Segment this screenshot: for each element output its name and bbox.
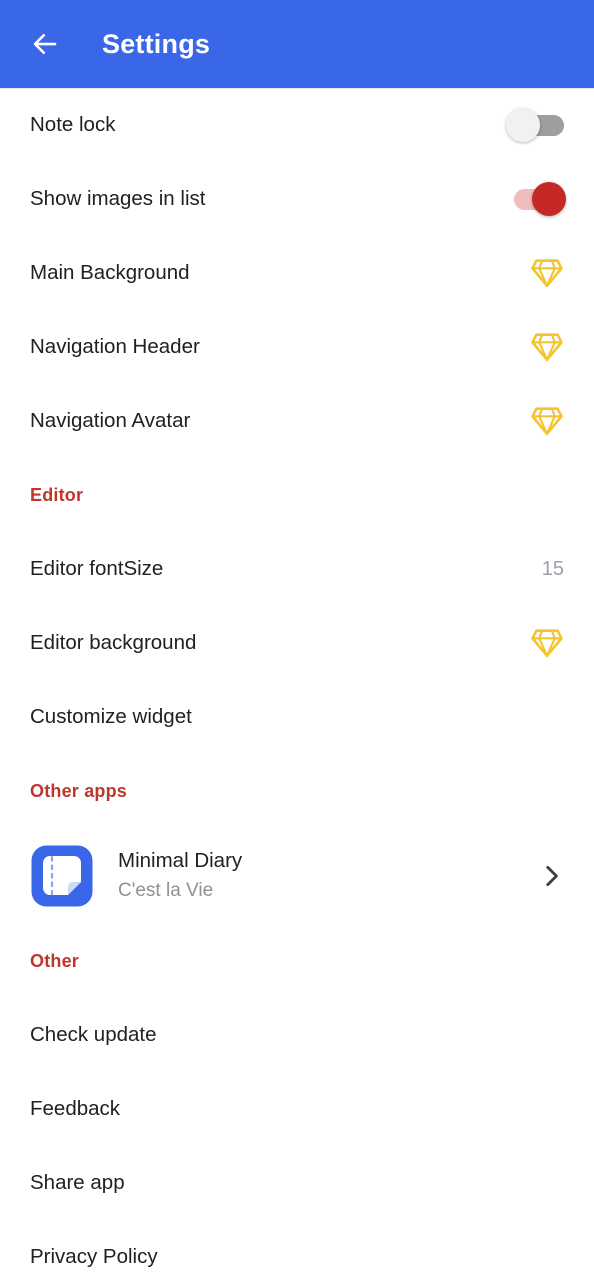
toggle-thumb [506,108,540,142]
editor-fontsize-value: 15 [541,557,564,580]
setting-label: Check update [30,1022,157,1046]
section-title: Editor [30,484,84,505]
setting-label: Show images in list [30,186,206,210]
section-header-editor: Editor [0,458,594,532]
show-images-toggle[interactable] [508,182,566,216]
app-tagline: C'est la Vie [118,880,214,902]
setting-label: Editor background [30,630,197,654]
diamond-icon [531,407,563,436]
settings-screen: Settings Note lock Show images in list M… [0,0,594,1280]
setting-row-check-update[interactable]: Check update [0,998,594,1072]
chevron-right-icon[interactable] [538,863,564,889]
note-lock-toggle[interactable] [506,108,564,142]
setting-label: Customize widget [30,704,192,728]
back-button[interactable] [22,21,68,67]
setting-row-share-app[interactable]: Share app [0,1146,594,1220]
diamond-icon [531,333,563,362]
app-row-minimal-diary[interactable]: Minimal Diary C'est la Vie [0,828,594,924]
section-title: Other [30,950,80,971]
arrow-left-icon [33,33,57,55]
diamond-icon [531,629,563,658]
section-header-other-apps: Other apps [0,754,594,828]
setting-row-show-images[interactable]: Show images in list [0,162,594,236]
setting-label: Main Background [30,260,190,284]
setting-label: Navigation Header [30,334,200,358]
setting-label: Share app [30,1170,125,1194]
setting-label: Navigation Avatar [30,408,191,432]
setting-row-navigation-header[interactable]: Navigation Header [0,310,594,384]
setting-label: Feedback [30,1096,121,1120]
settings-list: Note lock Show images in list Main Backg… [0,88,594,1280]
setting-label: Privacy Policy [30,1244,158,1268]
setting-row-navigation-avatar[interactable]: Navigation Avatar [0,384,594,458]
notebook-app-icon [31,845,93,907]
setting-label: Note lock [30,112,116,136]
app-text-block: Minimal Diary C'est la Vie [118,847,538,904]
setting-label: Editor fontSize [30,556,164,580]
section-title: Other apps [30,780,128,801]
setting-row-feedback[interactable]: Feedback [0,1072,594,1146]
app-bar: Settings [0,0,594,88]
setting-row-editor-background[interactable]: Editor background [0,606,594,680]
diamond-icon [531,259,563,288]
setting-row-customize-widget[interactable]: Customize widget [0,680,594,754]
setting-row-privacy-policy[interactable]: Privacy Policy [0,1220,594,1280]
page-title: Settings [102,28,211,59]
setting-row-note-lock[interactable]: Note lock [0,88,594,162]
setting-row-editor-fontsize[interactable]: Editor fontSize 15 [0,532,594,606]
section-header-other: Other [0,924,594,998]
app-name: Minimal Diary [118,849,243,873]
toggle-thumb [532,182,566,216]
setting-row-main-background[interactable]: Main Background [0,236,594,310]
